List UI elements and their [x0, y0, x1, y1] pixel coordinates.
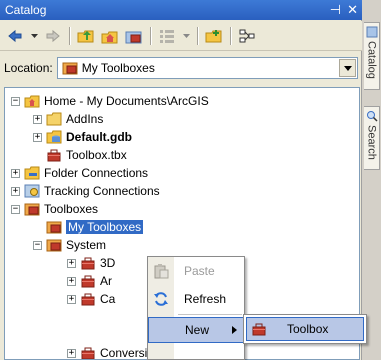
toolbox-icon [81, 293, 95, 306]
home-folder-icon [24, 95, 40, 108]
window-title: Catalog [5, 3, 47, 17]
tree-item-default-gdb[interactable]: + Default.gdb [33, 128, 132, 146]
location-combo[interactable]: My Toolboxes [56, 57, 358, 79]
toolbar-separator [150, 26, 151, 45]
tracking-connection-icon [24, 184, 40, 198]
menu-separator [178, 314, 242, 315]
tree-item-folder-connections[interactable]: + Folder Connections [11, 164, 148, 182]
menu-item-refresh[interactable]: Refresh [148, 286, 244, 312]
expand-icon[interactable]: + [11, 168, 20, 178]
tab-catalog[interactable]: Catalog [364, 22, 380, 90]
submenu-item-label: Toolbox [287, 322, 329, 336]
tree-item-label: AddIns [66, 112, 104, 126]
toolbar-separator [230, 26, 231, 45]
paste-icon [154, 264, 169, 279]
up-folder-icon[interactable] [75, 25, 97, 47]
tree-item-label: Ca [100, 292, 116, 306]
side-tab-strip: Catalog Search [363, 0, 381, 360]
back-dropdown-icon[interactable] [28, 25, 40, 47]
back-arrow-icon[interactable] [4, 25, 26, 47]
geodatabase-icon [46, 130, 62, 144]
toolbox-icon [252, 323, 266, 336]
collapse-icon[interactable]: − [11, 96, 20, 106]
location-label: Location: [4, 61, 53, 75]
tree-item-toolbox-tbx[interactable]: Toolbox.tbx [46, 146, 127, 164]
tree-item-addins[interactable]: + AddIns [33, 110, 103, 128]
toolbox-icon [81, 275, 95, 288]
catalog-icon [366, 26, 377, 38]
tree-item-toolboxes[interactable]: − Toolboxes [11, 200, 98, 218]
tree-item-label: Ar [100, 274, 112, 288]
collapse-icon[interactable]: − [33, 240, 42, 250]
toolbox-icon [81, 257, 95, 270]
view-dropdown-icon[interactable] [180, 25, 192, 47]
tree-item-label: System [66, 238, 107, 252]
tree-item-label: My Toolboxes [66, 220, 144, 234]
context-menu: Paste Refresh New [147, 256, 245, 360]
tree-item-label: Folder Connections [44, 166, 149, 180]
tree-item-label: Default.gdb [66, 130, 132, 144]
expand-icon[interactable]: + [11, 186, 20, 196]
tree-item-label: Toolboxes [44, 202, 99, 216]
home-folder-icon[interactable] [99, 25, 121, 47]
toolboxes-icon [46, 221, 62, 234]
expand-icon[interactable]: + [67, 276, 76, 286]
expand-icon[interactable]: + [33, 114, 42, 124]
tree-item-label: Toolbox.tbx [66, 148, 127, 162]
view-grid-icon[interactable] [156, 25, 178, 47]
tab-search-label: Search [365, 125, 378, 160]
toolboxes-icon[interactable] [123, 25, 145, 47]
location-bar: Location: My Toolboxes [0, 53, 362, 83]
search-icon [366, 111, 378, 122]
submenu-item-toolbox[interactable]: Toolbox [246, 317, 364, 341]
close-icon[interactable]: ✕ [347, 2, 358, 18]
tree-item-home[interactable]: − Home - My Documents\ArcGIS [11, 92, 209, 110]
tree-item-label: Home - My Documents\ArcGIS [44, 94, 209, 108]
menu-item-label: Paste [184, 264, 215, 278]
tab-catalog-label: Catalog [365, 41, 378, 79]
expand-icon[interactable]: + [67, 258, 76, 268]
tree-item-label: Tracking Connections [44, 184, 160, 198]
location-value: My Toolboxes [81, 61, 155, 75]
toolboxes-icon [46, 239, 62, 252]
collapse-icon[interactable]: − [11, 204, 20, 214]
forward-arrow-icon[interactable] [42, 25, 64, 47]
toolbar-separator [69, 26, 70, 45]
menu-item-label: Refresh [184, 292, 227, 306]
expand-icon[interactable]: + [67, 294, 76, 304]
chevron-down-icon[interactable] [339, 59, 356, 77]
tree-item-system-toolboxes[interactable]: − System [33, 236, 106, 254]
tree-item-cartography[interactable]: + Ca [67, 290, 115, 308]
tree-item-3d[interactable]: + 3D [67, 254, 115, 272]
tree-item-my-toolboxes[interactable]: My Toolboxes [46, 218, 144, 236]
catalog-toolbar [0, 21, 362, 51]
refresh-icon [154, 292, 168, 306]
connect-folder-icon[interactable] [203, 25, 225, 47]
pin-icon[interactable]: ⊣ [330, 2, 341, 18]
title-bar[interactable]: Catalog ⊣ ✕ [0, 0, 362, 20]
menu-item-paste[interactable]: Paste [148, 258, 244, 284]
folder-icon [46, 112, 62, 126]
expand-icon[interactable]: + [67, 348, 76, 358]
toolboxes-icon [24, 203, 40, 216]
tab-search[interactable]: Search [364, 106, 380, 170]
tree-item-tracking-connections[interactable]: + Tracking Connections [11, 182, 160, 200]
toolbox-icon [47, 149, 61, 162]
menu-item-label: New [185, 323, 210, 337]
menu-item-new[interactable]: New [148, 317, 244, 343]
toolboxes-icon [62, 62, 78, 75]
toolbar-separator [197, 26, 198, 45]
submenu-arrow-icon [232, 326, 237, 334]
toolbox-icon [81, 347, 95, 359]
model-icon[interactable] [236, 25, 258, 47]
expand-icon[interactable]: + [33, 132, 42, 142]
folder-connection-icon [24, 166, 40, 180]
new-submenu: Toolbox [243, 314, 367, 344]
tree-item-label: 3D [100, 256, 116, 270]
tree-item-analysis[interactable]: + Ar [67, 272, 112, 290]
